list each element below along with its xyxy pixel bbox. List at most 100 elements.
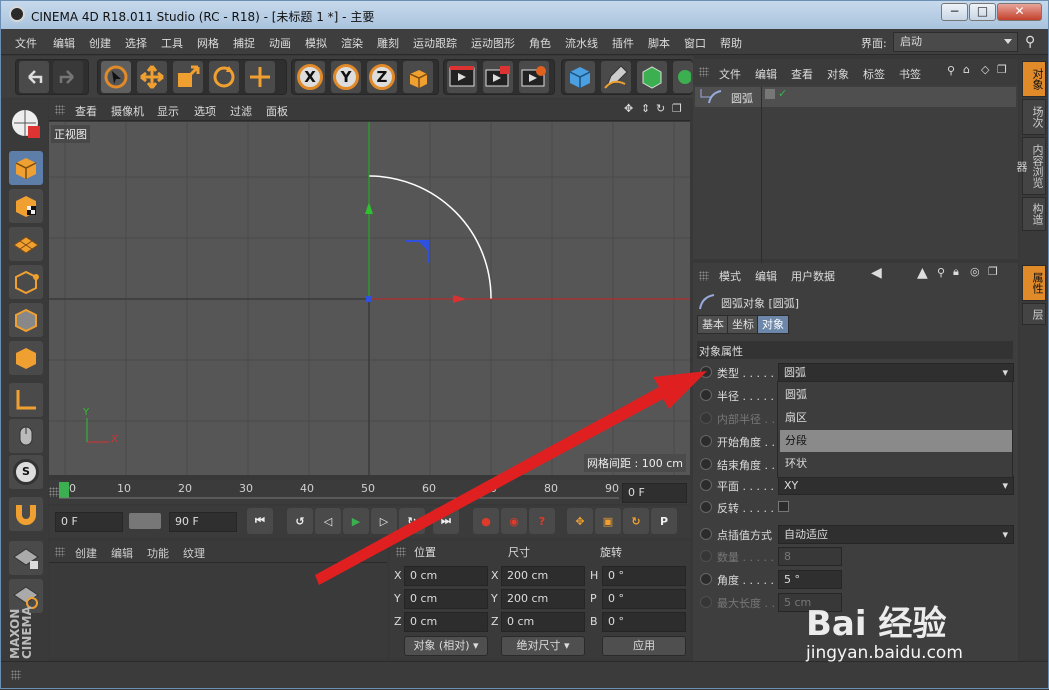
pos-z-field[interactable]: 0 cm [404,612,488,632]
size-z-field[interactable]: 0 cm [501,612,585,632]
next-key-icon[interactable]: ↻ [399,508,425,534]
interp-anim-radio[interactable] [700,528,712,540]
menu-render[interactable]: 渲染 [341,35,363,51]
attr-new-window-icon[interactable]: ❐ [988,265,998,278]
coord-system-icon[interactable] [403,61,433,93]
y-axis-arrow-icon[interactable] [365,202,373,214]
viewport-nav-move-icon[interactable]: ✥ [624,102,633,115]
attr-search-icon[interactable]: ⚲ [937,266,945,279]
menu-simulate[interactable]: 模拟 [305,35,327,51]
viewport-menu-view[interactable]: 查看 [75,103,97,119]
end-frame-field[interactable]: 90 F [169,512,237,532]
rot-p-field[interactable]: 0 ° [602,589,686,609]
current-frame-field[interactable]: 0 F [622,483,687,503]
tab-objects[interactable]: 对象 [1022,61,1046,97]
viewport-menu-panel[interactable]: 面板 [266,103,288,119]
key-scale-icon[interactable]: ▣ [595,508,621,534]
menu-create[interactable]: 创建 [89,35,111,51]
menu-plugins[interactable]: 插件 [612,35,634,51]
render-picture-icon[interactable] [483,61,513,93]
menu-sculpt[interactable]: 雕刻 [377,35,399,51]
apply-button[interactable]: 应用 [602,636,686,656]
workplane-lock-icon[interactable] [9,541,43,575]
viewport-nav-zoom-icon[interactable]: ⇕ [641,102,650,115]
rot-h-field[interactable]: 0 ° [602,566,686,586]
objmgr-menu-edit[interactable]: 编辑 [755,66,777,82]
model-mode-icon[interactable] [9,151,43,185]
previous-key-icon[interactable]: ↺ [287,508,313,534]
menu-animate[interactable]: 动画 [269,35,291,51]
tab-takes[interactable]: 场次 [1022,99,1046,135]
menu-motion-tracking[interactable]: 运动跟踪 [413,35,457,51]
objmgr-new-window-icon[interactable]: ❐ [997,63,1007,76]
cube-icon[interactable] [565,61,595,93]
deformer-icon[interactable] [673,61,693,93]
menu-mesh[interactable]: 网格 [197,35,219,51]
enabled-check-icon[interactable]: ✓ [778,87,788,103]
next-frame-icon[interactable]: ▷ [371,508,397,534]
search-icon[interactable]: ⚲ [1025,34,1035,50]
material-menu-texture[interactable]: 纹理 [183,545,205,561]
layout-dropdown[interactable]: 启动 [893,32,1018,52]
reverse-checkbox[interactable] [778,501,789,512]
menu-window[interactable]: 窗口 [684,35,706,51]
live-select-icon[interactable] [101,61,131,93]
menu-file[interactable]: 文件 [15,35,37,51]
material-menu-edit[interactable]: 编辑 [111,545,133,561]
snap-icon[interactable]: S [9,455,43,489]
start-angle-anim-radio[interactable] [700,435,712,447]
edges-mode-icon[interactable] [9,303,43,337]
interp-dropdown[interactable]: 自动适应 ▾ [778,525,1014,544]
pos-y-field[interactable]: 0 cm [404,589,488,609]
material-menu-function[interactable]: 功能 [147,545,169,561]
pos-x-field[interactable]: 0 cm [404,566,488,586]
scale-icon[interactable] [173,61,203,93]
move-axis-icon[interactable] [245,61,275,93]
rot-b-field[interactable]: 0 ° [602,612,686,632]
attr-menu-mode[interactable]: 模式 [719,268,741,284]
frame-range-slider[interactable] [129,513,161,529]
viewport-menu-filter[interactable]: 过滤 [230,103,252,119]
key-rotation-icon[interactable]: ↻ [623,508,649,534]
material-menu-create[interactable]: 创建 [75,545,97,561]
z-axis-icon[interactable]: Z [367,61,397,93]
move-icon[interactable] [137,61,167,93]
tab-basic[interactable]: 基本 [697,315,729,334]
reverse-anim-radio[interactable] [700,501,712,513]
menu-mograph[interactable]: 运动图形 [471,35,515,51]
objmgr-menu-objects[interactable]: 对象 [827,66,849,82]
size-x-field[interactable]: 200 cm [501,566,585,586]
record-icon[interactable]: ● [473,508,499,534]
rotate-icon[interactable] [209,61,239,93]
option-segment[interactable]: 分段 [780,430,1012,452]
viewport-menu-camera[interactable]: 摄像机 [111,103,144,119]
object-row-arc[interactable]: 圆弧 ✓ [695,87,1016,287]
play-icon[interactable]: ▶ [343,508,369,534]
attr-menu-userdata[interactable]: 用户数据 [791,268,835,284]
tab-object[interactable]: 对象 [757,315,789,334]
keyframe-selection-icon[interactable]: ? [529,508,555,534]
size-mode-dropdown[interactable]: 绝对尺寸 ▾ [501,636,585,656]
radius-anim-radio[interactable] [700,389,712,401]
layer-icon[interactable] [765,89,775,99]
type-anim-radio[interactable] [700,366,712,378]
back-arrow-icon[interactable]: ◀ [871,265,882,281]
tab-layers[interactable]: 层 [1022,303,1046,325]
render-view-icon[interactable] [447,61,477,93]
objmgr-menu-bookmarks[interactable]: 书签 [899,66,921,82]
objmgr-filter-icon[interactable]: ◇ [981,63,989,76]
menu-select[interactable]: 选择 [125,35,147,51]
undo-icon[interactable] [19,61,49,93]
menu-snap[interactable]: 捕捉 [233,35,255,51]
timeline[interactable]: 0 10 20 30 40 50 60 70 80 90 0 F [49,480,690,504]
axis-mode-icon[interactable] [9,383,43,417]
previous-frame-icon[interactable]: ◁ [315,508,341,534]
tab-structure[interactable]: 构造 [1022,197,1046,231]
menu-tools[interactable]: 工具 [161,35,183,51]
menu-help[interactable]: 帮助 [720,35,742,51]
polygons-mode-icon[interactable] [9,341,43,375]
objmgr-search-icon[interactable]: ⚲ [947,64,955,77]
go-to-end-icon[interactable]: ⏭ [433,508,459,534]
object-origin-icon[interactable] [366,296,372,302]
menu-script[interactable]: 脚本 [648,35,670,51]
